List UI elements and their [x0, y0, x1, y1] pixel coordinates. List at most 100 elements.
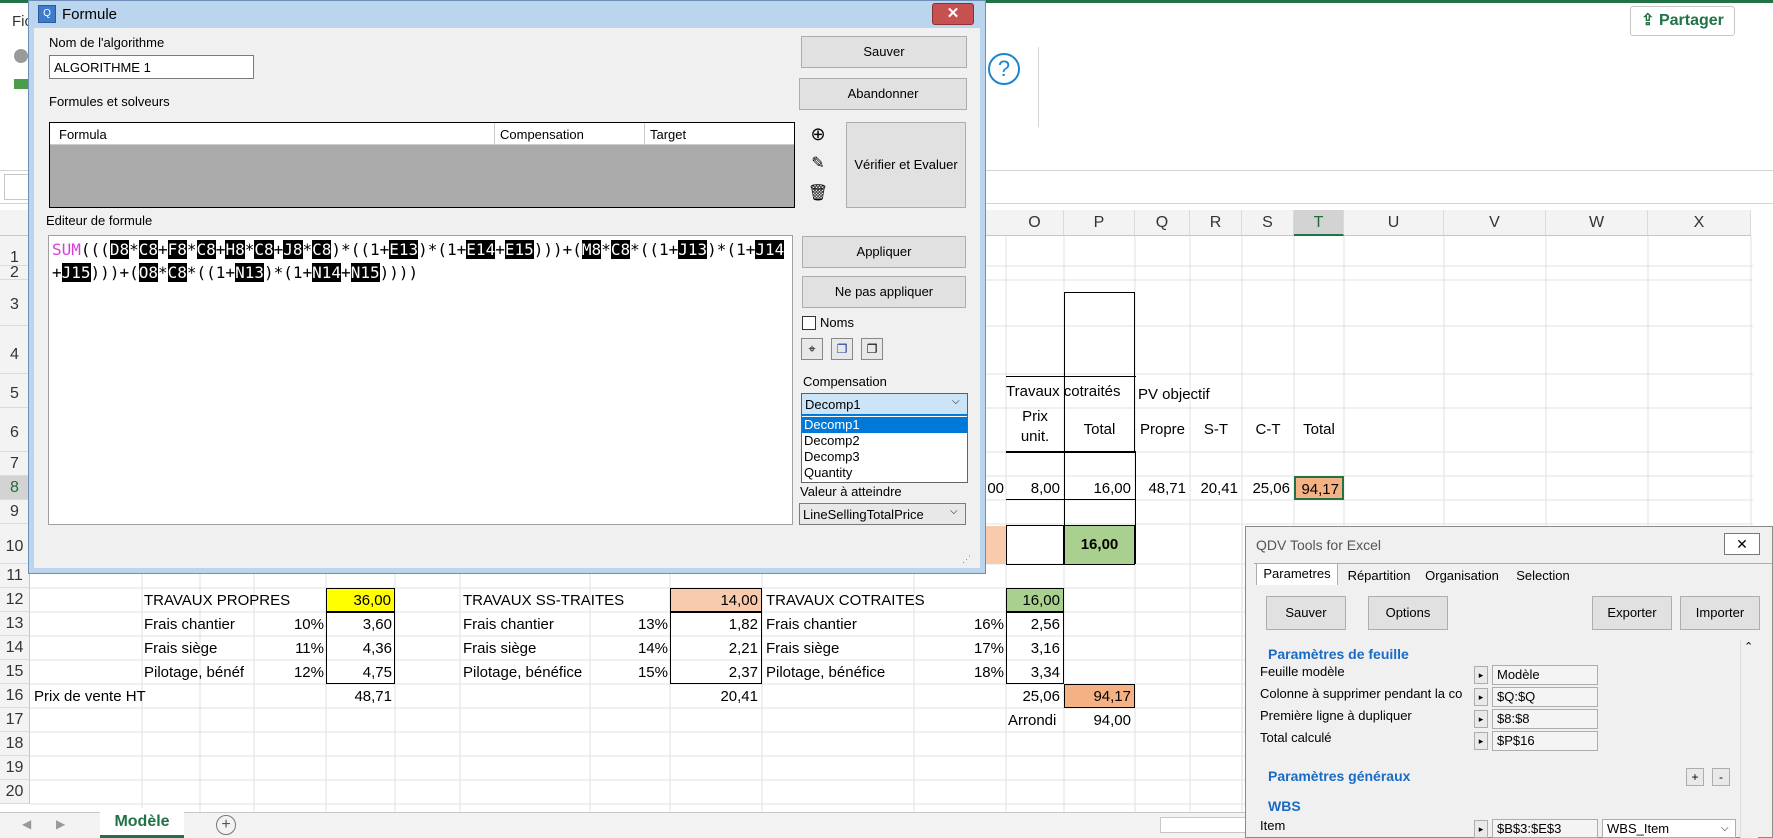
select-all-corner[interactable]: [0, 210, 30, 236]
summary-col3-line1-value[interactable]: 2,56: [1006, 613, 1060, 636]
cell-r8[interactable]: 20,41: [1190, 477, 1238, 500]
param-value-colonne[interactable]: $Q:$Q: [1492, 687, 1598, 707]
summary-col1-title-value[interactable]: 36,00: [326, 588, 395, 612]
item-arrow-icon[interactable]: ▸: [1474, 820, 1488, 838]
save-button[interactable]: Sauver: [801, 36, 967, 68]
row-header-19[interactable]: 19: [0, 756, 30, 780]
param-arrow-3-icon[interactable]: ▸: [1474, 710, 1488, 728]
summary-col2-line2-pct[interactable]: 14%: [590, 637, 668, 660]
ribbon-icon[interactable]: [14, 49, 28, 63]
algo-name-input[interactable]: [49, 55, 254, 79]
help-icon[interactable]: ?: [988, 53, 1020, 85]
summary-col3-line2-pct[interactable]: 17%: [914, 637, 1004, 660]
row-header-1[interactable]: 1: [0, 236, 30, 266]
summary-col3-line1-pct[interactable]: 16%: [914, 613, 1004, 636]
abandon-button[interactable]: Abandonner: [799, 78, 967, 110]
summary-col3-line3-pct[interactable]: 18%: [914, 661, 1004, 684]
item-value[interactable]: $B$3:$E$3: [1492, 819, 1598, 838]
row-header-16[interactable]: 16: [0, 684, 30, 708]
row-header-8[interactable]: 8: [0, 476, 30, 500]
share-button[interactable]: ⇪ Partager: [1630, 6, 1735, 36]
summary-col1-total[interactable]: 48,71: [326, 685, 392, 708]
col-header-s[interactable]: S: [1242, 210, 1294, 236]
summary-col2-line1-pct[interactable]: 13%: [590, 613, 668, 636]
col-header-v[interactable]: V: [1444, 210, 1546, 236]
summary-col2-line3-value[interactable]: 2,37: [670, 661, 758, 684]
row-header-17[interactable]: 17: [0, 708, 30, 732]
col-header-o[interactable]: O: [1006, 210, 1064, 236]
qdv-scrollbar[interactable]: ⌃: [1740, 640, 1758, 838]
row-header-3[interactable]: 3: [0, 280, 30, 326]
qdv-export-button[interactable]: Exporter: [1592, 596, 1672, 630]
qdv-tab-parametres[interactable]: Parametres: [1256, 563, 1338, 585]
formula-editor[interactable]: SUM(((D8*C8+F8*C8+H8*C8+J8*C8)*((1+E13)*…: [48, 235, 793, 525]
item-select[interactable]: WBS_Item ⌵: [1602, 819, 1736, 838]
cell-s8[interactable]: 25,06: [1242, 477, 1290, 500]
summary-col3-title-value[interactable]: 16,00: [1006, 588, 1064, 612]
cell-p10[interactable]: 16,00: [1064, 525, 1135, 565]
summary-col2-title-value[interactable]: 14,00: [670, 588, 762, 612]
qdv-tab-repartition[interactable]: Répartition: [1340, 566, 1418, 586]
col-header-x[interactable]: X: [1648, 210, 1751, 236]
summary-col1-line2-value[interactable]: 4,36: [326, 637, 392, 660]
qdv-close-icon[interactable]: ✕: [1724, 533, 1760, 555]
add-sheet-icon[interactable]: +: [216, 815, 236, 835]
summary-col3-total[interactable]: 25,06: [1006, 685, 1060, 708]
param-value-total-calcule[interactable]: $P$16: [1492, 731, 1598, 751]
col-header-u[interactable]: U: [1344, 210, 1444, 236]
copy-blue-icon[interactable]: ❐: [831, 338, 853, 360]
no-apply-button[interactable]: Ne pas appliquer: [802, 276, 966, 308]
option-decomp1[interactable]: Decomp1: [802, 417, 967, 433]
compensation-select[interactable]: Decomp1 ⌵: [801, 393, 968, 415]
summary-col1-line3-value[interactable]: 4,75: [326, 661, 392, 684]
qdv-options-button[interactable]: Options: [1368, 596, 1448, 630]
sheet-tab-modele[interactable]: Modèle: [100, 808, 184, 838]
row-header-12[interactable]: 12: [0, 588, 30, 612]
scroll-left-icon[interactable]: ◀: [22, 817, 31, 831]
qdv-import-button[interactable]: Importer: [1680, 596, 1760, 630]
target-select[interactable]: LineSellingTotalPrice ⌵: [799, 503, 966, 525]
row-header-10[interactable]: 10: [0, 524, 30, 564]
scroll-right-icon[interactable]: ▶: [56, 817, 65, 831]
qdv-tab-selection[interactable]: Selection: [1506, 566, 1580, 586]
summary-col1-line3-pct[interactable]: 12%: [254, 661, 324, 684]
param-arrow-1-icon[interactable]: ▸: [1474, 666, 1488, 684]
row-header-7[interactable]: 7: [0, 452, 30, 476]
summary-col1-line1-value[interactable]: 3,60: [326, 613, 392, 636]
col-header-r[interactable]: R: [1190, 210, 1242, 236]
row-header-15[interactable]: 15: [0, 660, 30, 684]
col-header-w[interactable]: W: [1546, 210, 1648, 236]
grid-col-formula[interactable]: Formula: [59, 127, 107, 142]
copy-icon[interactable]: ❐: [861, 338, 883, 360]
edit-formula-icon[interactable]: ✎: [806, 154, 830, 176]
row-header-11[interactable]: 11: [0, 564, 30, 588]
param-value-feuille-modele[interactable]: Modèle: [1492, 665, 1598, 685]
param-arrow-2-icon[interactable]: ▸: [1474, 688, 1488, 706]
qdv-save-button[interactable]: Sauver: [1266, 596, 1346, 630]
param-arrow-4-icon[interactable]: ▸: [1474, 732, 1488, 750]
row-header-20[interactable]: 20: [0, 780, 30, 804]
col-header-p[interactable]: P: [1064, 210, 1135, 236]
apply-button[interactable]: Appliquer: [802, 236, 966, 268]
col-header-t[interactable]: T: [1294, 210, 1344, 236]
cell-q8[interactable]: 48,71: [1135, 477, 1186, 500]
cell-o10[interactable]: [1006, 525, 1064, 565]
row-header-2[interactable]: 2: [0, 265, 30, 281]
row-header-4[interactable]: 4: [0, 326, 30, 374]
summary-col2-line2-value[interactable]: 2,21: [670, 637, 758, 660]
option-decomp3[interactable]: Decomp3: [802, 449, 967, 465]
row-header-5[interactable]: 5: [0, 374, 30, 408]
horizontal-scrollbar[interactable]: [1160, 817, 1250, 833]
qdv-tab-organisation[interactable]: Organisation: [1418, 566, 1506, 586]
row-header-18[interactable]: 18: [0, 732, 30, 756]
summary-col2-line1-value[interactable]: 1,82: [670, 613, 758, 636]
target-icon[interactable]: ⌖: [801, 338, 823, 360]
summary-col1-line2-pct[interactable]: 11%: [254, 637, 324, 660]
option-decomp2[interactable]: Decomp2: [802, 433, 967, 449]
summary-col3-line2-value[interactable]: 3,16: [1006, 637, 1060, 660]
arrondi-value[interactable]: 94,00: [1064, 709, 1131, 732]
qdv-plus-button[interactable]: +: [1686, 768, 1704, 786]
delete-formula-icon[interactable]: 🗑: [806, 184, 830, 206]
summary-col3-line3-value[interactable]: 3,34: [1006, 661, 1060, 684]
row-header-9[interactable]: 9: [0, 500, 30, 524]
